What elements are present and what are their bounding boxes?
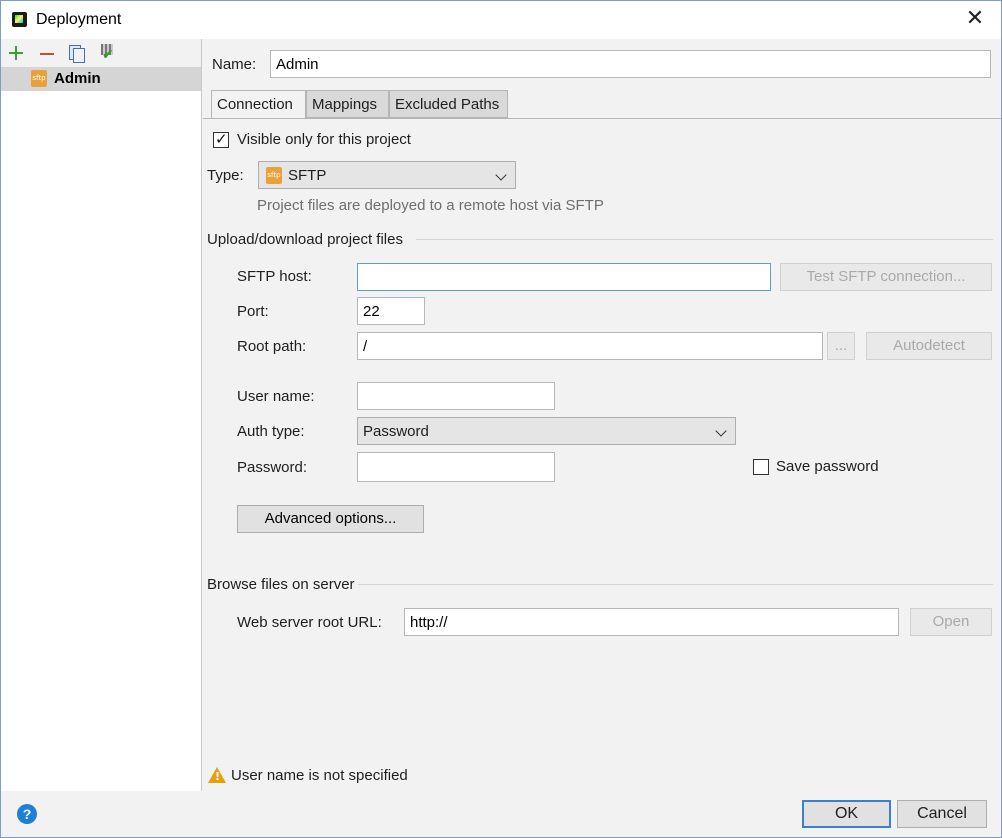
browse-root-button[interactable]: ... (827, 332, 855, 360)
tab-connection[interactable]: Connection (211, 90, 306, 119)
autodetect-button[interactable]: Autodetect (866, 332, 992, 360)
save-password-label: Save password (776, 458, 879, 475)
root-path-input[interactable] (357, 332, 823, 360)
visible-only-checkbox[interactable] (213, 130, 229, 148)
tab-mappings[interactable]: Mappings (306, 90, 389, 118)
sftp-icon: sftp (266, 167, 282, 184)
connection-tab-content: Visible only for this project Type: sftp… (203, 118, 1001, 791)
tab-excluded-paths[interactable]: Excluded Paths (389, 90, 508, 118)
web-root-input[interactable] (404, 608, 899, 636)
auth-type-label: Auth type: (237, 423, 305, 440)
user-name-input[interactable] (357, 382, 555, 410)
server-list-panel: sftp Admin (1, 39, 202, 791)
server-item-label: Admin (54, 70, 101, 87)
title-bar: Deployment ✕ (1, 1, 1001, 39)
web-root-label: Web server root URL: (237, 614, 382, 631)
server-config-panel: Name: Connection Mappings Excluded Paths… (203, 39, 1001, 791)
password-input[interactable] (357, 452, 555, 482)
close-icon[interactable]: ✕ (963, 7, 987, 31)
upload-section-divider (416, 239, 993, 240)
upload-section-title: Upload/download project files (207, 231, 403, 248)
port-input[interactable] (357, 297, 425, 325)
save-password-checkbox[interactable] (753, 459, 769, 475)
type-select[interactable]: sftp SFTP (258, 161, 516, 189)
copy-icon[interactable] (67, 43, 87, 63)
deployment-dialog: Deployment ✕ sftp Admin Name: Connection… (0, 0, 1002, 838)
warning-text: User name is not specified (231, 767, 408, 784)
auth-type-select[interactable]: Password (357, 417, 736, 445)
use-as-default-icon[interactable] (98, 43, 118, 63)
open-button[interactable]: Open (910, 608, 992, 636)
port-label: Port: (237, 303, 269, 320)
test-connection-button[interactable]: Test SFTP connection... (780, 263, 992, 291)
advanced-options-button[interactable]: Advanced options... (237, 505, 424, 533)
type-description: Project files are deployed to a remote h… (257, 197, 604, 214)
user-name-label: User name: (237, 388, 315, 405)
password-label: Password: (237, 459, 308, 476)
server-list-toolbar (1, 39, 201, 67)
ok-button[interactable]: OK (802, 800, 891, 828)
sftp-host-input[interactable] (357, 263, 771, 291)
type-select-value: SFTP (288, 167, 327, 184)
chevron-down-icon (495, 169, 507, 181)
help-icon[interactable]: ? (17, 804, 37, 824)
minus-icon[interactable] (38, 43, 58, 63)
name-label: Name: (212, 56, 257, 73)
window-title: Deployment (36, 11, 122, 28)
plus-icon[interactable] (7, 43, 27, 63)
name-input[interactable] (270, 50, 991, 78)
visible-only-label: Visible only for this project (237, 131, 411, 148)
root-path-label: Root path: (237, 338, 307, 355)
warning-icon (208, 767, 226, 783)
chevron-down-icon (715, 425, 727, 437)
phpstorm-app-icon (12, 12, 27, 27)
type-label: Type: (207, 167, 244, 184)
server-item-admin[interactable]: sftp Admin (1, 67, 201, 91)
browse-section-divider (358, 584, 993, 585)
sftp-icon: sftp (31, 70, 47, 87)
cancel-button[interactable]: Cancel (897, 800, 987, 828)
auth-type-value: Password (363, 423, 429, 440)
dialog-footer: ? OK Cancel (1, 791, 1001, 837)
browse-section-title: Browse files on server (207, 576, 355, 593)
sftp-host-label: SFTP host: (237, 268, 312, 285)
